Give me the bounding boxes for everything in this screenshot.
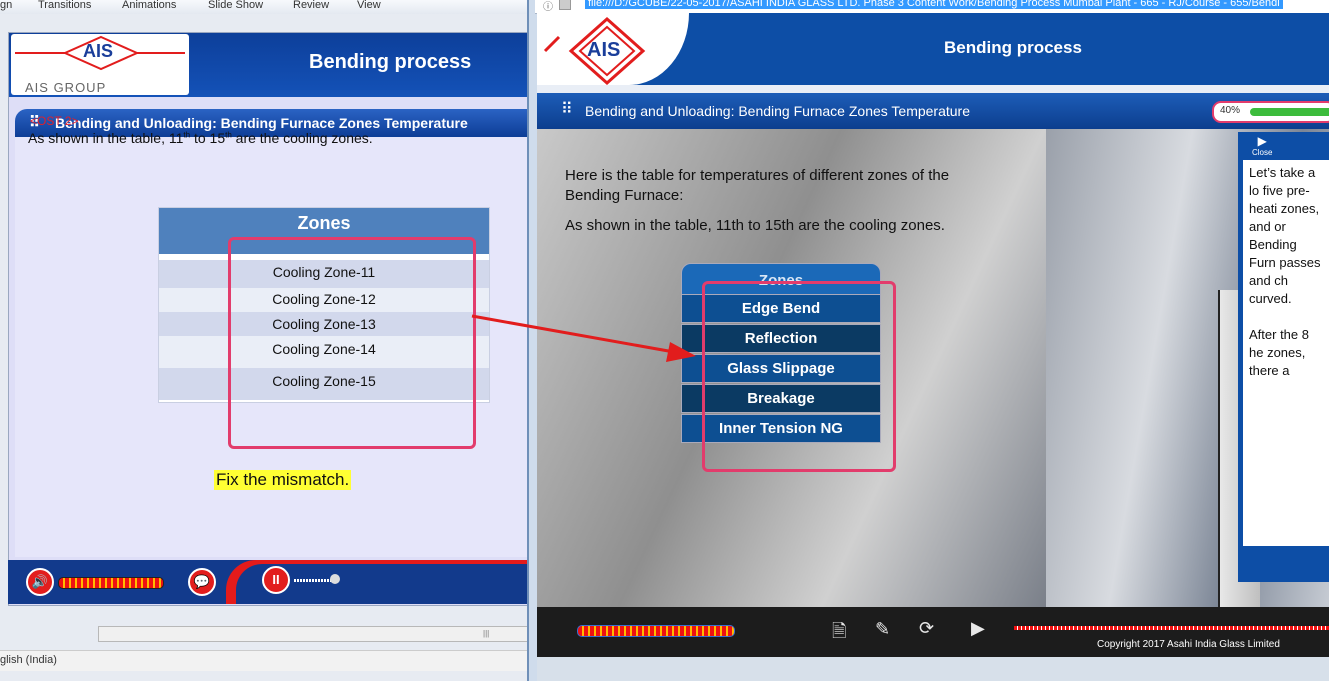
ribbon-tab-slide-show[interactable]: Slide Show	[208, 0, 263, 11]
course-progress: 40%	[1212, 101, 1329, 123]
highlight-box-right	[702, 281, 896, 472]
close-icon: ▶	[1257, 134, 1267, 148]
scrollbar-grip-icon: |||	[483, 629, 490, 638]
slide-body-text: As shown in the table, 11th to 15th are …	[28, 130, 373, 146]
header-divider	[537, 85, 1329, 93]
progress-label: 40%	[1220, 105, 1241, 116]
progress-fill	[1250, 108, 1329, 116]
horizontal-scrollbar[interactable]: |||	[98, 626, 530, 642]
player-text-line: Here is the table for temperatures of di…	[565, 167, 950, 204]
close-button[interactable]: ▶ Close	[1252, 134, 1272, 157]
slide-title: Bending process	[309, 51, 472, 73]
replay-icon[interactable]: ⟳	[919, 618, 934, 639]
highlight-box-left	[228, 237, 476, 449]
panel-paragraph: After the 8 he zones, there a	[1249, 327, 1309, 378]
pencil-icon[interactable]: ✎	[875, 619, 890, 640]
slide-text-part: As shown in the table, 11	[28, 130, 184, 146]
player-subtitle: Bending and Unloading: Bending Furnace Z…	[585, 103, 970, 119]
ost-marker: <OST 2>	[30, 114, 79, 128]
page-icon	[559, 0, 571, 10]
info-icon[interactable]: ⓘ	[543, 0, 553, 13]
player-title: Bending process	[944, 38, 1082, 57]
chat-icon[interactable]: 💬	[188, 568, 216, 596]
ais-group-text: AIS GROUP	[25, 80, 107, 95]
review-note: Fix the mismatch.	[214, 470, 352, 490]
ais-logo-text: AIS	[83, 41, 114, 61]
ais-logo: AIS AIS GROUP	[11, 34, 189, 95]
superscript-th: th	[225, 130, 232, 140]
player-body-text: Here is the table for temperatures of di…	[565, 166, 985, 236]
ribbon-tab-transitions[interactable]: Transitions	[38, 0, 91, 11]
slide-control-bar: 🔊 💬 II	[8, 560, 536, 604]
pause-button[interactable]: II	[262, 566, 290, 594]
player-volume-bar[interactable]	[577, 625, 735, 637]
status-bar: glish (India)	[0, 650, 540, 671]
ribbon-tab-view[interactable]: View	[357, 0, 381, 11]
language-status[interactable]: glish (India)	[0, 654, 57, 666]
window-bottom	[537, 657, 1329, 681]
player-logo-area: AIS	[537, 13, 689, 85]
panel-paragraph: Let’s take a lo five pre-heati zones, an…	[1249, 165, 1321, 306]
copyright-text: Copyright 2017 Asahi India Glass Limited	[1097, 639, 1280, 650]
close-label: Close	[1252, 148, 1273, 157]
player-seek-bar[interactable]	[1014, 626, 1329, 630]
volume-bar[interactable]	[58, 577, 164, 589]
slide-text-part: are the cooling zones.	[231, 130, 373, 146]
player-subtitle-bar: ⠿ Bending and Unloading: Bending Furnace…	[537, 93, 1329, 129]
slide-text-part: to 15	[190, 130, 226, 146]
ribbon-tab-review[interactable]: Review	[293, 0, 329, 11]
ribbon-tab-design[interactable]: gn	[0, 0, 12, 11]
player-text-line: As shown in the table, 11th to 15th are …	[565, 217, 945, 234]
mismatch-arrow	[471, 314, 696, 362]
notes-icon[interactable]: 🗎	[832, 619, 846, 649]
seek-bar[interactable]	[294, 579, 334, 582]
ribbon-tabs: gn Transitions Animations Slide Show Rev…	[0, 0, 540, 15]
play-icon[interactable]: ▶	[971, 618, 985, 639]
address-bar[interactable]: ⓘ file:///D:/GCUBE/22-05-2017/ASAHI INDI…	[535, 0, 1329, 14]
seek-handle[interactable]	[330, 574, 340, 584]
slide-subtitle: Bending and Unloading: Bending Furnace Z…	[55, 115, 468, 131]
address-url[interactable]: file:///D:/GCUBE/22-05-2017/ASAHI INDIA …	[585, 0, 1283, 9]
ribbon-tab-animations[interactable]: Animations	[122, 0, 176, 11]
info-panel-text: Let’s take a lo five pre-heati zones, an…	[1243, 160, 1329, 546]
grid-icon: ⠿	[561, 101, 573, 118]
player-logo-text: AIS	[587, 39, 621, 61]
speaker-icon[interactable]: 🔊	[26, 568, 54, 596]
